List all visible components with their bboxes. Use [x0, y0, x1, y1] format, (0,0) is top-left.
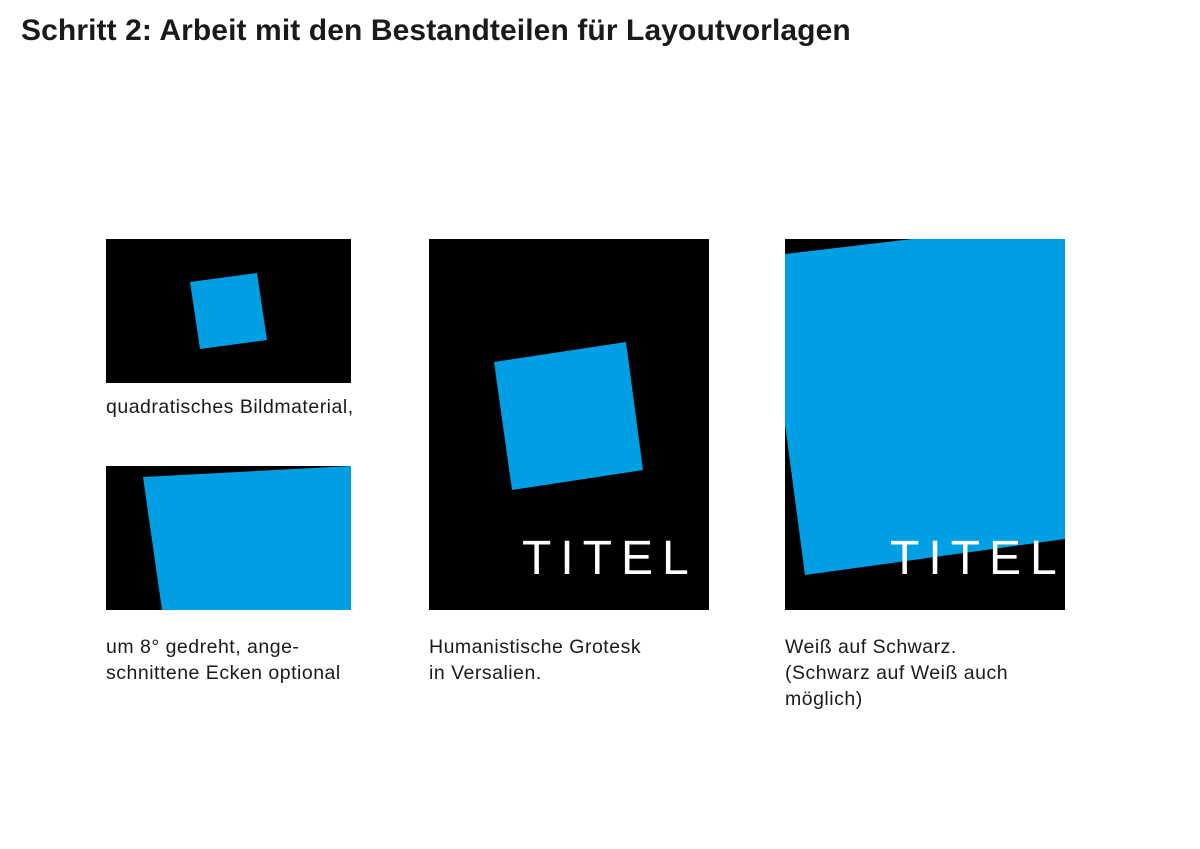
- blue-square: [494, 342, 643, 490]
- titel-label: TITEL: [522, 532, 698, 585]
- blue-square: [190, 273, 267, 349]
- caption-line: quadratisches Bildmaterial,: [106, 396, 354, 418]
- caption-line: um 8° gedreht, ange-: [106, 636, 300, 658]
- caption-rotation: um 8° gedreht, ange- schnittene Ecken op…: [106, 634, 341, 686]
- panel-small-square: [106, 239, 351, 383]
- caption-line: schnittene Ecken optional: [106, 662, 341, 684]
- caption-line: (Schwarz auf Weiß auch: [785, 662, 1009, 684]
- titel-label: TITEL: [890, 532, 1065, 585]
- cropped-square-graphic: [143, 466, 351, 610]
- caption-color-contrast: Weiß auf Schwarz. (Schwarz auf Weiß auch…: [785, 634, 1008, 712]
- caption-line: Humanistische Grotesk: [429, 636, 642, 658]
- caption-typeface: Humanistische Grotesk in Versalien.: [429, 634, 641, 686]
- caption-line: Weiß auf Schwarz.: [785, 636, 957, 658]
- blue-square: [785, 239, 1065, 575]
- caption-line: möglich): [785, 688, 863, 710]
- caption-square-material: quadratisches Bildmaterial,: [106, 394, 354, 420]
- panel-cropped-square: [106, 466, 351, 610]
- page-title: Schritt 2: Arbeit mit den Bestandteilen …: [21, 14, 851, 47]
- blue-square: [143, 466, 351, 610]
- panel-portrait-title: TITEL: [429, 239, 709, 610]
- small-square-graphic: [190, 273, 267, 349]
- caption-line: in Versalien.: [429, 662, 542, 684]
- panel-portrait-large-square: TITEL: [785, 239, 1065, 610]
